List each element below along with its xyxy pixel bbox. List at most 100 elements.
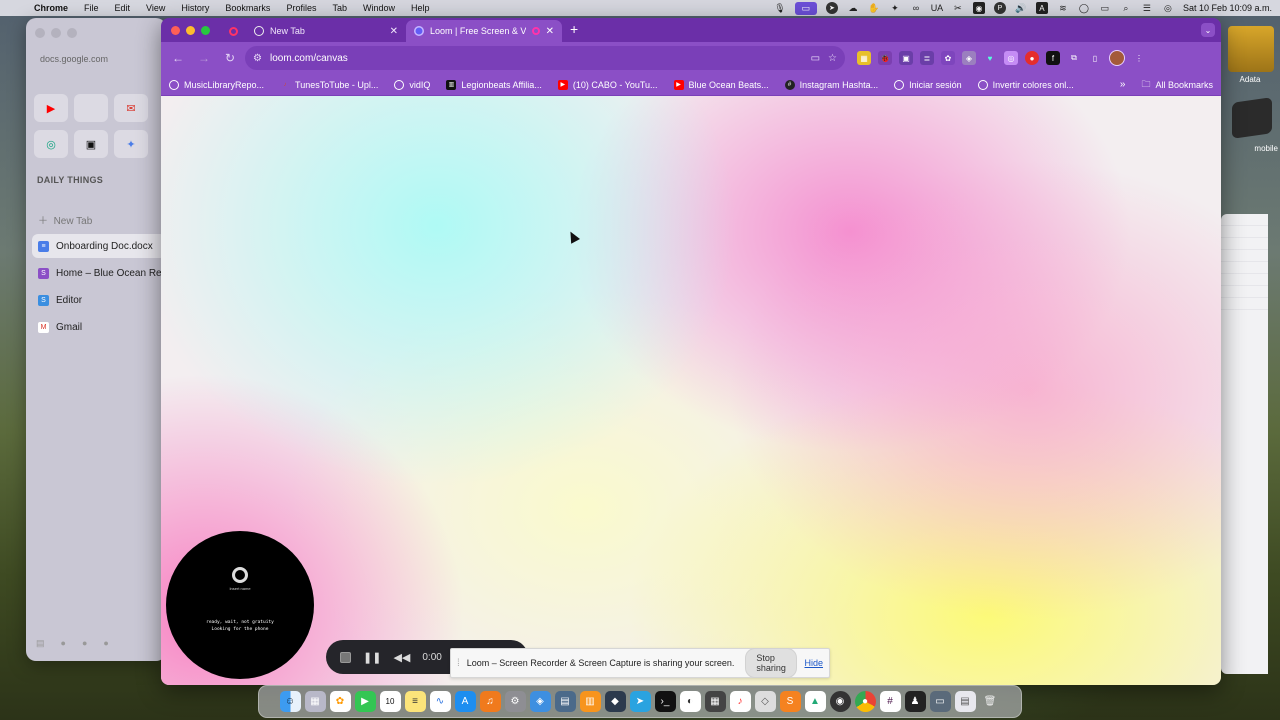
profile-avatar[interactable] <box>1109 50 1125 66</box>
preview-icon[interactable]: ▤ <box>554 691 576 712</box>
settings-icon[interactable]: ⚙ <box>504 691 526 712</box>
extension-heart-icon[interactable]: ♥ <box>983 51 997 65</box>
stop-sharing-button[interactable]: Stop sharing <box>745 648 798 678</box>
person-icon[interactable]: ♟ <box>904 691 926 712</box>
calculator-icon[interactable]: ▦ <box>704 691 726 712</box>
trash-icon[interactable]: 🗑 <box>980 691 1001 712</box>
drive-icon[interactable] <box>1228 26 1274 72</box>
bookmark-item[interactable]: ♪ TunesToTube - Upl... <box>280 80 379 90</box>
extension-record-icon[interactable]: ● <box>1025 51 1039 65</box>
menu-file[interactable]: File <box>76 0 107 16</box>
books-icon[interactable]: ▥ <box>579 691 601 712</box>
sidebar-tab-gmail[interactable]: M Gmail <box>32 315 166 339</box>
sidebar-new-tab[interactable]: ＋ New Tab <box>38 212 92 227</box>
bookmark-item[interactable]: MusicLibraryRepo... <box>169 79 264 90</box>
gemini-pin-icon[interactable]: ✦ <box>114 130 148 158</box>
menu-profiles[interactable]: Profiles <box>278 0 324 16</box>
files-icon[interactable]: ▤ <box>954 691 976 712</box>
siri-icon[interactable]: ◎ <box>1162 2 1174 14</box>
new-tab-button[interactable]: + <box>562 21 586 39</box>
davinci-icon[interactable]: ◆ <box>604 691 626 712</box>
sidebar-tab-onboarding-doc[interactable]: ≡ Onboarding Doc.docx <box>32 234 166 258</box>
extension-badge-icon[interactable]: 🐞 <box>878 51 892 65</box>
p-tray-icon[interactable]: P <box>993 2 1006 14</box>
minimize-window-button[interactable] <box>186 25 195 35</box>
hand-tray-icon[interactable]: ✋ <box>868 2 880 14</box>
telegram-tray-icon[interactable]: ➤ <box>825 2 838 14</box>
obs-icon[interactable]: ◉ <box>829 691 851 712</box>
chatgpt-pin-icon[interactable]: ◎ <box>34 130 68 158</box>
slack-icon[interactable]: # <box>879 691 901 712</box>
bookmark-star-icon[interactable]: ☆ <box>828 53 837 64</box>
menu-history[interactable]: History <box>173 0 217 16</box>
drag-handle-icon[interactable]: ⁞ <box>457 658 460 669</box>
reload-icon[interactable]: ↻ <box>219 51 241 65</box>
extension-color-icon[interactable]: ✿ <box>941 51 955 65</box>
launchpad-icon[interactable]: ▦ <box>304 691 326 712</box>
crossover-icon[interactable]: ◇ <box>754 691 776 712</box>
bookmark-item[interactable]: ▥ Legionbeats Affilia... <box>446 79 542 90</box>
wifi-icon[interactable]: ≋ <box>1057 2 1069 14</box>
finder-icon[interactable]: ☺ <box>279 691 301 712</box>
safari-icon[interactable]: ◈ <box>529 691 551 712</box>
close-tab-icon[interactable]: ✕ <box>546 26 554 37</box>
sublime-icon[interactable]: S <box>779 691 801 712</box>
chrome-icon[interactable]: ● <box>854 691 876 712</box>
calendar-icon[interactable]: 10 <box>379 691 401 712</box>
user-tray-icon[interactable]: ◯ <box>1078 2 1090 14</box>
dot-icon[interactable]: ● <box>103 638 108 649</box>
notes-icon[interactable]: ≡ <box>404 691 426 712</box>
back-icon[interactable]: ← <box>167 51 189 65</box>
chrome-menu-icon[interactable]: ⋮ <box>1132 51 1146 65</box>
sidebar-url[interactable]: docs.google.com <box>40 54 108 64</box>
tab-new-tab[interactable]: New Tab ✕ <box>246 20 406 42</box>
close-window-button[interactable] <box>171 25 180 35</box>
all-bookmarks-button[interactable]: 🗀 All Bookmarks <box>1141 77 1213 93</box>
menu-app-name[interactable]: Chrome <box>26 0 76 16</box>
extension-grid-icon[interactable]: ▣ <box>899 51 913 65</box>
site-info-icon[interactable]: ⚙ <box>253 53 262 64</box>
camera-permission-icon[interactable]: ▭ <box>811 53 820 64</box>
extension-f-icon[interactable]: f <box>1046 51 1060 65</box>
menu-bookmarks[interactable]: Bookmarks <box>217 0 278 16</box>
menu-tab[interactable]: Tab <box>324 0 355 16</box>
extensions-puzzle-icon[interactable]: ⧉ <box>1067 51 1081 65</box>
pause-icon[interactable]: ❚❚ <box>363 651 381 664</box>
garageband-icon[interactable]: ♫ <box>479 691 501 712</box>
sidebar-tab-home[interactable]: S Home – Blue Ocean Recordings <box>32 261 166 285</box>
loom-canvas[interactable] <box>161 96 1221 685</box>
dot-icon[interactable]: ● <box>61 638 66 649</box>
menu-clock[interactable]: Sat 10 Feb 10:09 a.m. <box>1183 3 1272 13</box>
creative-cloud-icon[interactable]: ∞ <box>910 2 922 14</box>
hard-disk-icon[interactable] <box>1232 97 1272 139</box>
control-center-icon[interactable]: ☰ <box>1141 2 1153 14</box>
gmail-pin-icon[interactable]: ✉ <box>114 94 148 122</box>
text-a-icon[interactable]: A <box>1035 2 1048 14</box>
tab-pinned-recording[interactable] <box>220 20 246 42</box>
url-text[interactable]: loom.com/canvas <box>270 53 803 64</box>
screen-share-icon[interactable]: ▭ <box>794 1 817 15</box>
menu-edit[interactable]: Edit <box>107 0 139 16</box>
tab-search-icon[interactable]: ⌄ <box>1201 23 1215 37</box>
bookmark-item[interactable]: ▶ (10) CABO - YouTu... <box>557 79 658 90</box>
more-bookmarks-icon[interactable]: » <box>1120 79 1126 90</box>
menu-window[interactable]: Window <box>355 0 403 16</box>
side-panel-icon[interactable]: ▯ <box>1088 51 1102 65</box>
microphone-icon[interactable]: 🎙 <box>774 2 786 14</box>
volume-icon[interactable]: 🔊 <box>1015 2 1027 14</box>
input-source-label[interactable]: UA <box>931 2 944 14</box>
cloud-tray-icon[interactable]: ☁ <box>847 2 859 14</box>
restart-icon[interactable]: ◀◀ <box>393 651 410 664</box>
scissors-tray-icon[interactable]: ✂ <box>952 2 964 14</box>
inkscape-icon[interactable]: ▲ <box>804 691 826 712</box>
bookmark-item[interactable]: ▶ Blue Ocean Beats... <box>673 79 769 90</box>
sidebar-tab-editor[interactable]: S Editor <box>32 288 166 312</box>
archive-icon[interactable]: ▤ <box>36 638 45 649</box>
hide-link[interactable]: Hide <box>804 658 823 668</box>
photos-icon[interactable]: ✿ <box>329 691 351 712</box>
forward-icon[interactable]: → <box>193 51 215 65</box>
display-icon[interactable]: ▭ <box>929 691 951 712</box>
bookmark-item[interactable]: vidIQ <box>394 79 430 90</box>
tab-loom[interactable]: Loom | Free Screen & Video Recording ✕ <box>406 20 562 42</box>
bookmark-item[interactable]: Invertir colores onl... <box>977 79 1074 90</box>
